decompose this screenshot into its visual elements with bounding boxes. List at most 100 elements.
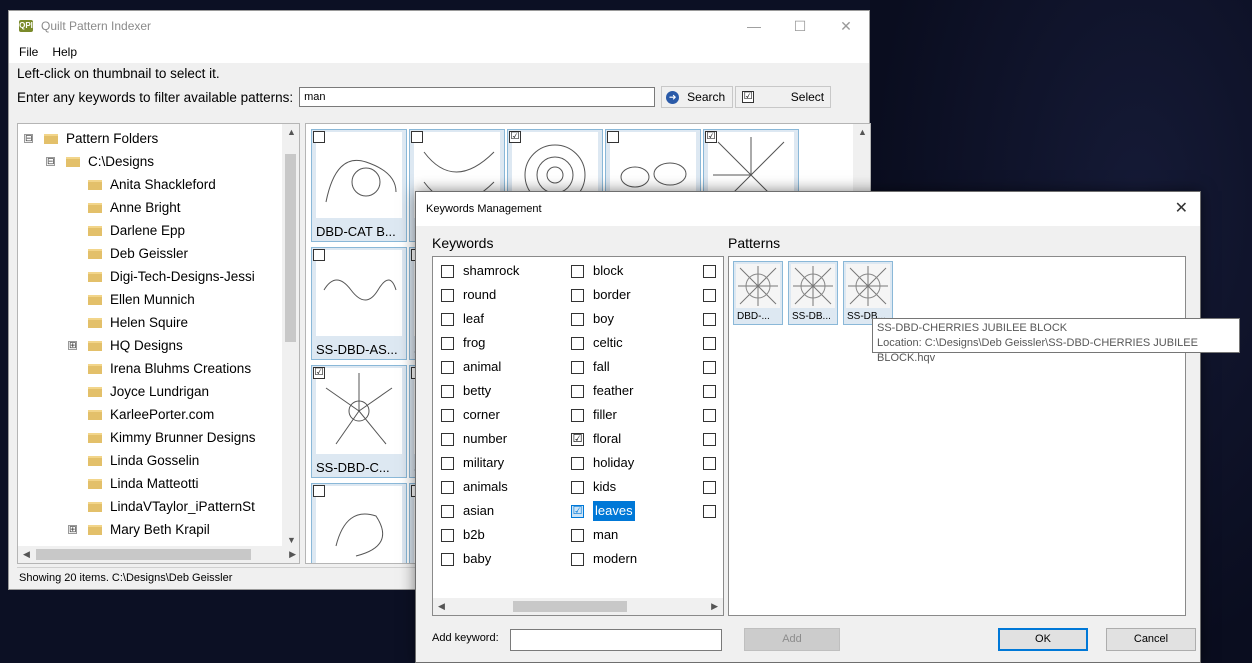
keyword-item[interactable]: modern: [571, 549, 637, 569]
add-keyword-input[interactable]: [510, 629, 722, 651]
tree-item[interactable]: Digi-Tech-Designs-Jessi: [88, 265, 255, 288]
keyword-checkbox[interactable]: [441, 408, 454, 422]
keyword-item[interactable]: block: [571, 261, 623, 281]
keyword-checkbox[interactable]: [441, 264, 454, 278]
scroll-thumb[interactable]: [36, 549, 251, 560]
keyword-item[interactable]: round: [441, 285, 496, 305]
keyword-item[interactable]: celtic: [571, 333, 623, 353]
keyword-item[interactable]: baby: [441, 549, 491, 569]
tree-item[interactable]: Irena Bluhms Creations: [88, 357, 251, 380]
keyword-item[interactable]: asian: [441, 501, 494, 521]
keyword-checkbox[interactable]: [703, 408, 716, 422]
pattern-thumbnail[interactable]: DBD-CAT B...: [311, 129, 407, 242]
keyword-item[interactable]: boy: [571, 309, 614, 329]
tree-item[interactable]: KarleePorter.com: [88, 403, 214, 426]
keyword-item[interactable]: kids: [571, 477, 616, 497]
pattern-thumbnail[interactable]: [311, 483, 407, 563]
keyword-item[interactable]: [703, 309, 723, 329]
keyword-checkbox[interactable]: [441, 504, 454, 518]
menu-file[interactable]: File: [19, 45, 38, 59]
keyword-filter-input[interactable]: [299, 87, 656, 107]
keyword-item[interactable]: [703, 429, 723, 449]
keyword-item[interactable]: [703, 405, 723, 425]
tree-item[interactable]: Anne Bright: [88, 196, 181, 219]
thumbnail-checkbox[interactable]: [411, 131, 423, 143]
close-button[interactable]: ✕: [823, 11, 869, 41]
tree-item[interactable]: ⊞ HQ Designs: [68, 334, 183, 357]
add-button[interactable]: Add: [744, 628, 840, 651]
thumbnail-checkbox[interactable]: ☑: [509, 131, 521, 143]
tree-vscrollbar[interactable]: ▲ ▼: [282, 124, 299, 548]
keyword-item[interactable]: [703, 285, 723, 305]
keyword-item[interactable]: corner: [441, 405, 500, 425]
keyword-checkbox[interactable]: [703, 360, 716, 374]
keyword-checkbox[interactable]: [441, 528, 454, 542]
tree-item[interactable]: ⊞ Mary Beth Krapil: [68, 518, 210, 541]
select-button[interactable]: ☑ Select: [735, 86, 832, 108]
keyword-checkbox[interactable]: [703, 456, 716, 470]
tree-item[interactable]: Kimmy Brunner Designs: [88, 426, 256, 449]
keyword-checkbox[interactable]: [703, 264, 716, 278]
menu-help[interactable]: Help: [52, 45, 77, 59]
keyword-checkbox[interactable]: [703, 384, 716, 398]
keyword-checkbox[interactable]: [703, 312, 716, 326]
keyword-checkbox[interactable]: [571, 456, 584, 470]
keyword-checkbox[interactable]: [571, 480, 584, 494]
keyword-checkbox[interactable]: [571, 408, 584, 422]
scroll-up-icon[interactable]: ▲: [287, 127, 296, 137]
keyword-item[interactable]: fall: [571, 357, 610, 377]
scroll-up-icon[interactable]: ▲: [858, 127, 867, 137]
ok-button[interactable]: OK: [998, 628, 1088, 651]
keyword-item[interactable]: ☑ leaves: [571, 501, 635, 521]
keyword-checkbox[interactable]: [441, 312, 454, 326]
scroll-left-icon[interactable]: ◀: [23, 549, 30, 560]
tree-item[interactable]: Deb Geissler: [88, 242, 188, 265]
keyword-item[interactable]: [703, 261, 723, 281]
keyword-item[interactable]: holiday: [571, 453, 634, 473]
keyword-item[interactable]: man: [571, 525, 618, 545]
thumbnail-checkbox[interactable]: ☑: [705, 131, 717, 143]
keyword-item[interactable]: animals: [441, 477, 508, 497]
scroll-thumb[interactable]: [285, 154, 296, 342]
thumbnail-checkbox[interactable]: [313, 131, 325, 143]
keyword-item[interactable]: [703, 453, 723, 473]
keyword-checkbox[interactable]: [703, 288, 716, 302]
tree-item[interactable]: Linda Gosselin: [88, 449, 199, 472]
keyword-checkbox[interactable]: ☑: [571, 504, 584, 518]
keyword-item[interactable]: [703, 477, 723, 497]
keyword-checkbox[interactable]: ☑: [571, 432, 584, 446]
keyword-item[interactable]: b2b: [441, 525, 485, 545]
keyword-item[interactable]: leaf: [441, 309, 484, 329]
pattern-tile[interactable]: SS-DB...: [788, 261, 838, 325]
tree-item[interactable]: LindaVTaylor_iPatternSt: [88, 495, 255, 518]
keyword-checkbox[interactable]: [571, 552, 584, 566]
pattern-tile[interactable]: DBD-...: [733, 261, 783, 325]
keyword-checkbox[interactable]: [571, 312, 584, 326]
keyword-item[interactable]: ☑ floral: [571, 429, 621, 449]
keyword-checkbox[interactable]: [571, 528, 584, 542]
tree-item[interactable]: ⊟ C:\Designs: [46, 150, 154, 173]
cancel-button[interactable]: Cancel: [1106, 628, 1196, 651]
keyword-checkbox[interactable]: [571, 288, 584, 302]
thumbnail-checkbox[interactable]: [313, 249, 325, 261]
collapse-icon[interactable]: ⊟: [24, 134, 33, 143]
keyword-checkbox[interactable]: [441, 384, 454, 398]
tree-item[interactable]: Darlene Epp: [88, 219, 185, 242]
tree-item[interactable]: Ellen Munnich: [88, 288, 195, 311]
expand-icon[interactable]: ⊞: [68, 341, 77, 350]
maximize-button[interactable]: ☐: [777, 11, 823, 41]
keyword-item[interactable]: [703, 501, 723, 521]
keyword-item[interactable]: shamrock: [441, 261, 519, 281]
minimize-button[interactable]: —: [731, 11, 777, 41]
select-checkbox[interactable]: ☑: [742, 91, 755, 103]
scroll-down-icon[interactable]: ▼: [287, 535, 296, 545]
keyword-checkbox[interactable]: [441, 552, 454, 566]
scroll-left-icon[interactable]: ◀: [438, 601, 445, 612]
pattern-thumbnail[interactable]: SS-DBD-AS...: [311, 247, 407, 360]
keyword-checkbox[interactable]: [703, 480, 716, 494]
keyword-item[interactable]: [703, 357, 723, 377]
keyword-hscrollbar[interactable]: ◀ ▶: [433, 598, 723, 615]
keyword-item[interactable]: frog: [441, 333, 485, 353]
folder-tree[interactable]: ⊟ Pattern Folders ⊟ C:\Designs Anita Shackle…: [17, 123, 300, 564]
keyword-item[interactable]: [703, 381, 723, 401]
